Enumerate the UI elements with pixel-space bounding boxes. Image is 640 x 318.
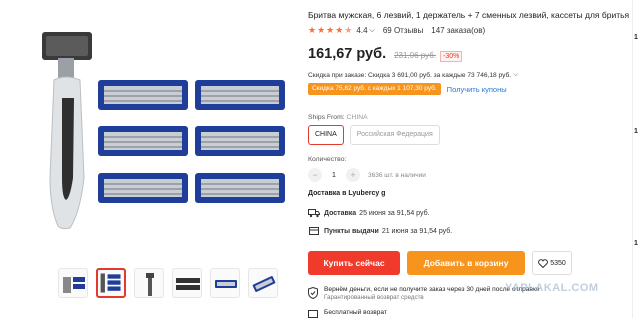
thumbnail-5[interactable] [210,268,240,298]
star-icon: ★ [335,25,344,35]
get-coupons-link[interactable]: Получить купоны [447,85,507,94]
delivery-label: Доставка [324,209,357,217]
buy-now-button[interactable]: Купить сейчас [308,251,400,275]
chevron-down-icon[interactable]: ⌵ [370,27,375,35]
wishlist-button[interactable]: 5350 [532,251,572,275]
thumbnail-6[interactable] [248,268,278,298]
free-return: Бесплатный возврат [308,309,387,318]
return-box-icon [308,310,318,318]
thumbnail-2-selected[interactable] [96,268,126,298]
product-info: Бритва мужская, 6 лезвий, 1 держатель + … [308,0,629,318]
pickup-point-icon [309,227,319,235]
add-to-cart-button[interactable]: Добавить в корзину [407,251,525,275]
delivery-destination[interactable]: Доставка в Lyubercy g [308,190,385,197]
thumbnail-strip [58,268,278,298]
decrease-button[interactable]: − [308,168,322,182]
razor-cartridges [98,80,285,203]
coupon-row: Скидка 75,82 руб. с каждых 1 107,30 руб.… [308,83,507,95]
orders-count: 147 заказа(ов) [431,26,486,35]
old-price: 231,06 руб. [394,51,437,60]
pickup-line: Пункты выдачи 21 июня за 91,54 руб. [308,226,452,236]
star-half-icon: ★ [344,25,353,35]
guarantee-subtitle: Гарантированный возврат средств [324,294,424,301]
stock-count: 3636 шт. в наличии [368,171,426,179]
product-gallery [0,0,298,318]
thumbnail-4[interactable] [172,268,202,298]
star-icon: ★ [317,25,326,35]
shield-icon [308,287,318,299]
quantity-label: Количество: [308,156,347,163]
rating-value: 4.4 [356,26,368,35]
discount-badge: -30% [440,51,463,62]
bulk-discount-text: Скидка при заказе: Скидка 3 691,00 руб. … [308,71,512,79]
razor-handle [42,32,92,230]
edge-text: 1 [634,128,638,135]
delivery-line: Доставка 25 июня за 91,54 руб. [308,208,430,218]
ship-option-china[interactable]: CHINA [308,125,344,145]
thumbnail-3[interactable] [134,268,164,298]
free-return-text: Бесплатный возврат [324,309,387,316]
edge-text: 1 [634,34,638,41]
rating-stars: ★ ★ ★ ★ ★ [308,26,352,35]
edge-text: 1 [634,240,638,247]
increase-button[interactable]: + [346,168,360,182]
price-row: 161,67 руб. 231,06 руб. -30% [308,46,463,62]
product-main-image[interactable] [40,28,290,238]
watermark: YAPLAKAL.COM [505,282,599,294]
pickup-label: Пункты выдачи [324,227,379,235]
action-buttons: Купить сейчас Добавить в корзину 5350 [308,251,572,275]
coupon-badge: Скидка 75,82 руб. с каждых 1 107,30 руб. [308,83,441,95]
ships-from-label-text: Ships From: [308,114,345,121]
bulk-discount[interactable]: Скидка при заказе: Скидка 3 691,00 руб. … [308,71,518,79]
pickup-text: 21 июня за 91,54 руб. [381,227,453,235]
wishlist-count: 5350 [550,259,566,267]
ships-from-options: CHINA Российская Федерация [308,125,440,145]
ships-from-value: CHINA [346,114,368,121]
ship-option-russia[interactable]: Российская Федерация [349,125,440,145]
heart-icon [538,258,549,268]
truck-icon [308,209,320,218]
quantity-value[interactable]: 1 [328,172,340,179]
current-price: 161,67 руб. [308,46,387,62]
delivery-text: 25 июня за 91,54 руб. [359,209,430,217]
chevron-down-icon: ⌵ [513,71,519,78]
thumbnail-1[interactable] [58,268,88,298]
reviews-link[interactable]: 69 Отзывы [383,26,423,35]
star-icon: ★ [308,25,317,35]
quantity-stepper: − 1 + 3636 шт. в наличии [308,168,426,182]
ships-from-label: Ships From: CHINA [308,114,368,121]
rating-row: ★ ★ ★ ★ ★ 4.4 ⌵ 69 Отзывы 147 заказа(ов) [308,26,486,36]
star-icon: ★ [326,25,335,35]
adjacent-column-edge [632,0,640,318]
product-title: Бритва мужская, 6 лезвий, 1 держатель + … [308,10,630,20]
